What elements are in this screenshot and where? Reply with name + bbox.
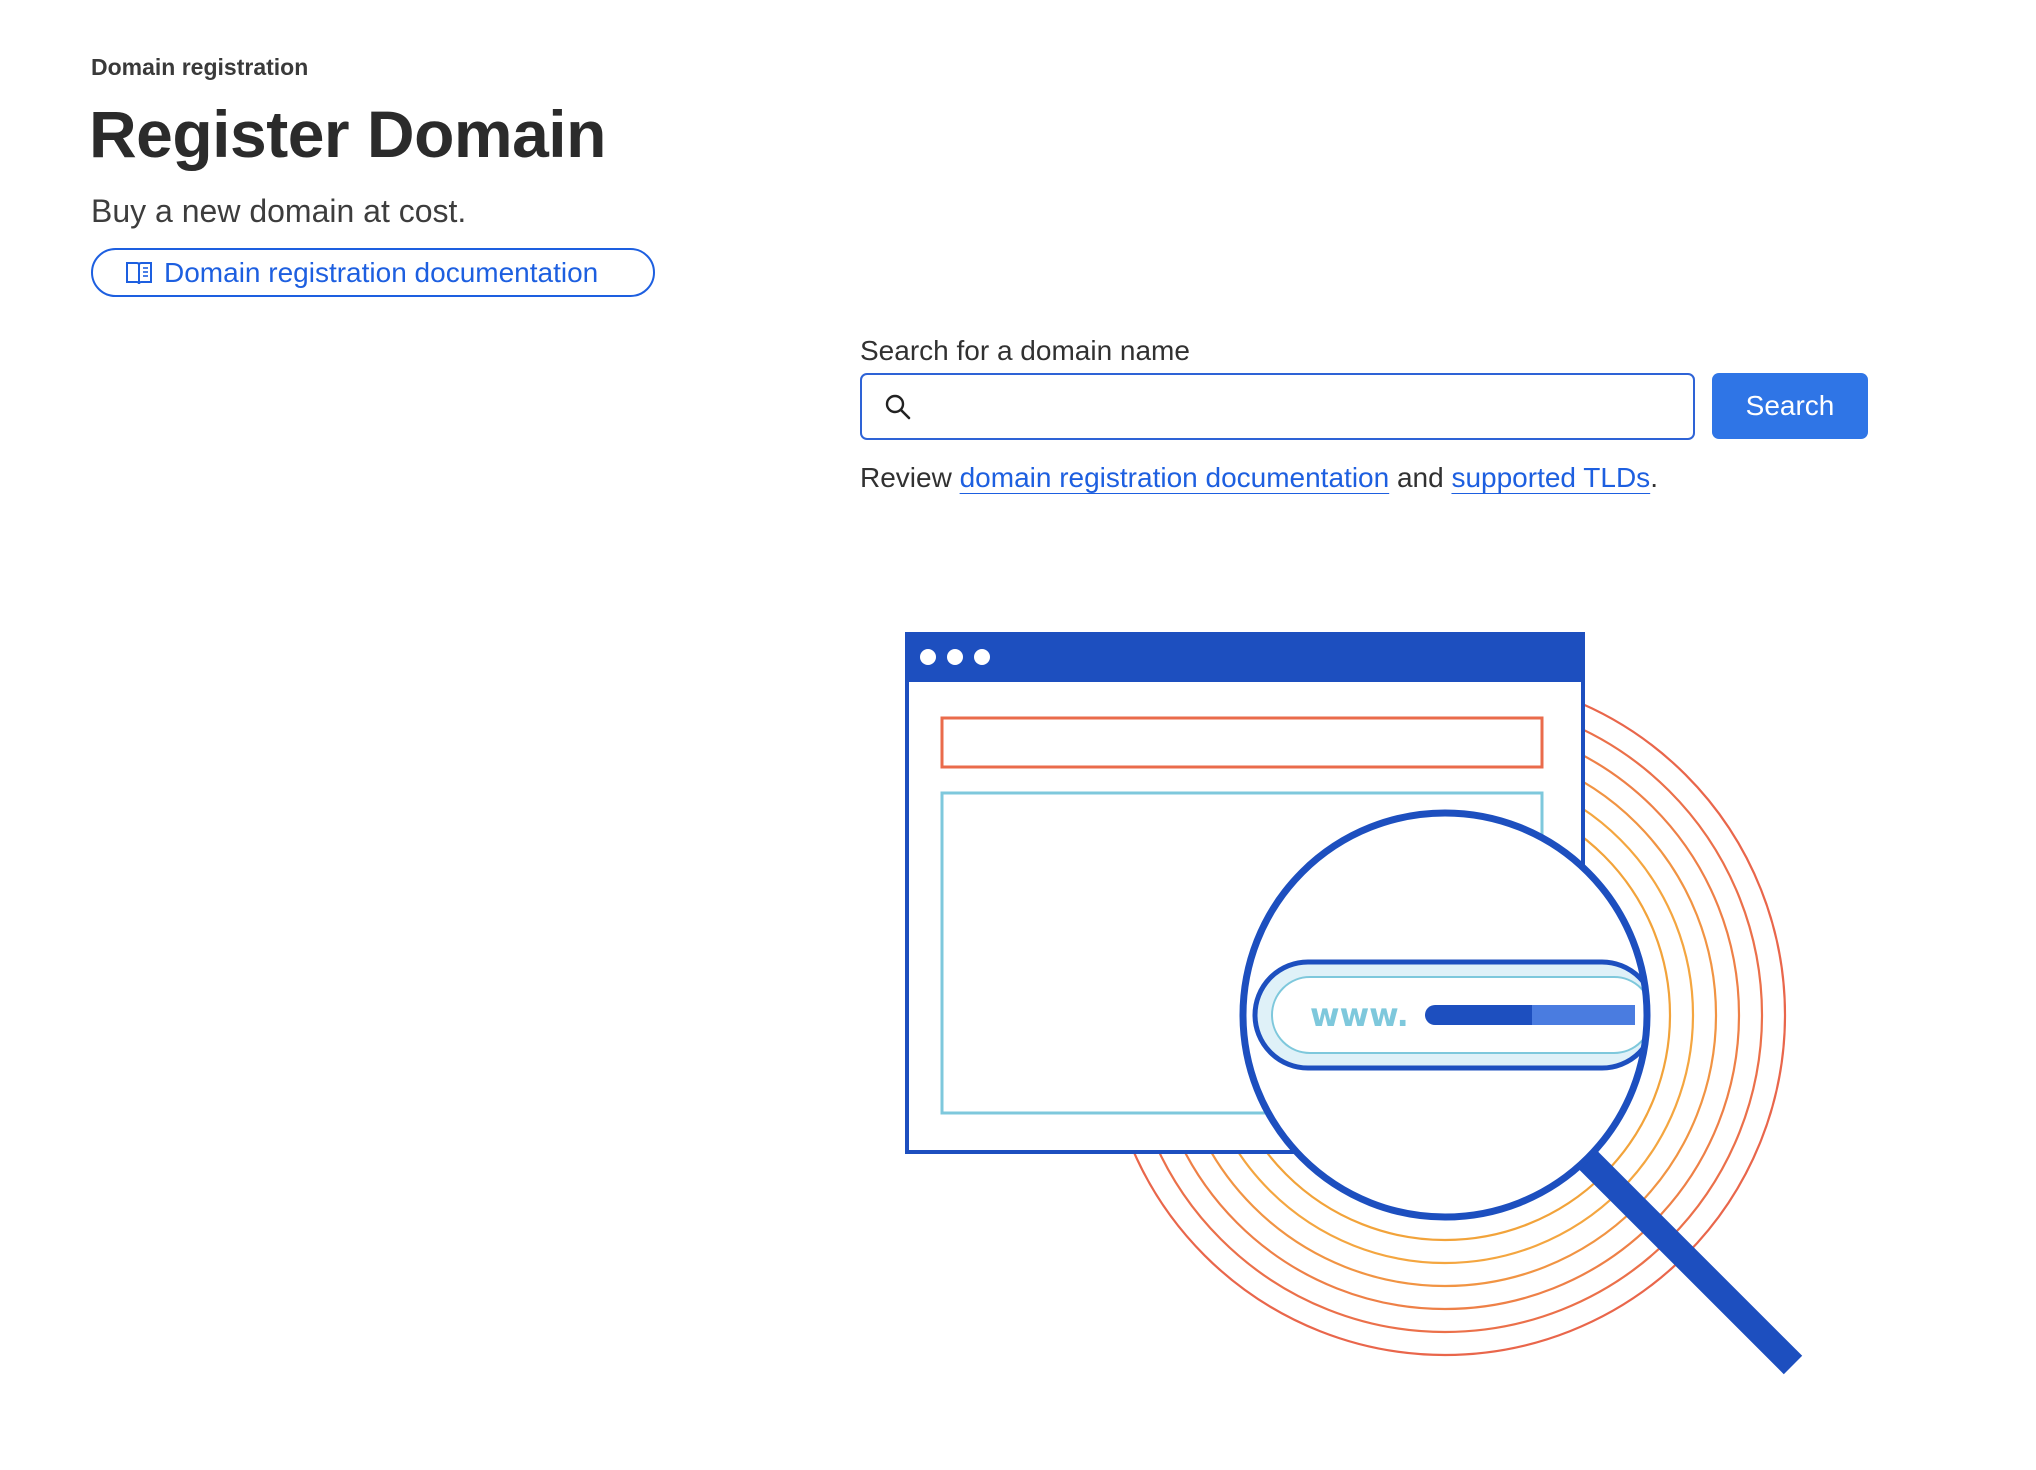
breadcrumb: Domain registration — [91, 54, 309, 80]
review-prefix: Review — [860, 462, 960, 493]
documentation-link-label: Domain registration documentation — [164, 256, 599, 288]
search-input[interactable] — [926, 374, 1693, 439]
page-subtitle: Buy a new domain at cost. — [91, 193, 467, 229]
www-text: www. — [1310, 996, 1409, 1034]
review-text: Review domain registration documentation… — [860, 462, 1658, 494]
domain-registration-documentation-link[interactable]: domain registration documentation — [960, 462, 1390, 493]
page-title: Register Domain — [89, 97, 606, 171]
review-middle: and — [1389, 462, 1452, 493]
search-button[interactable]: Search — [1712, 373, 1868, 439]
book-icon — [125, 260, 153, 286]
search-field[interactable] — [860, 373, 1695, 440]
review-suffix: . — [1650, 462, 1658, 493]
magnifying-glass-browser-illustration: www. — [880, 620, 1900, 1385]
search-label: Search for a domain name — [860, 335, 1190, 366]
supported-tlds-link[interactable]: supported TLDs — [1451, 462, 1650, 493]
search-icon — [882, 391, 914, 423]
documentation-link-button[interactable]: Domain registration documentation — [91, 248, 655, 297]
